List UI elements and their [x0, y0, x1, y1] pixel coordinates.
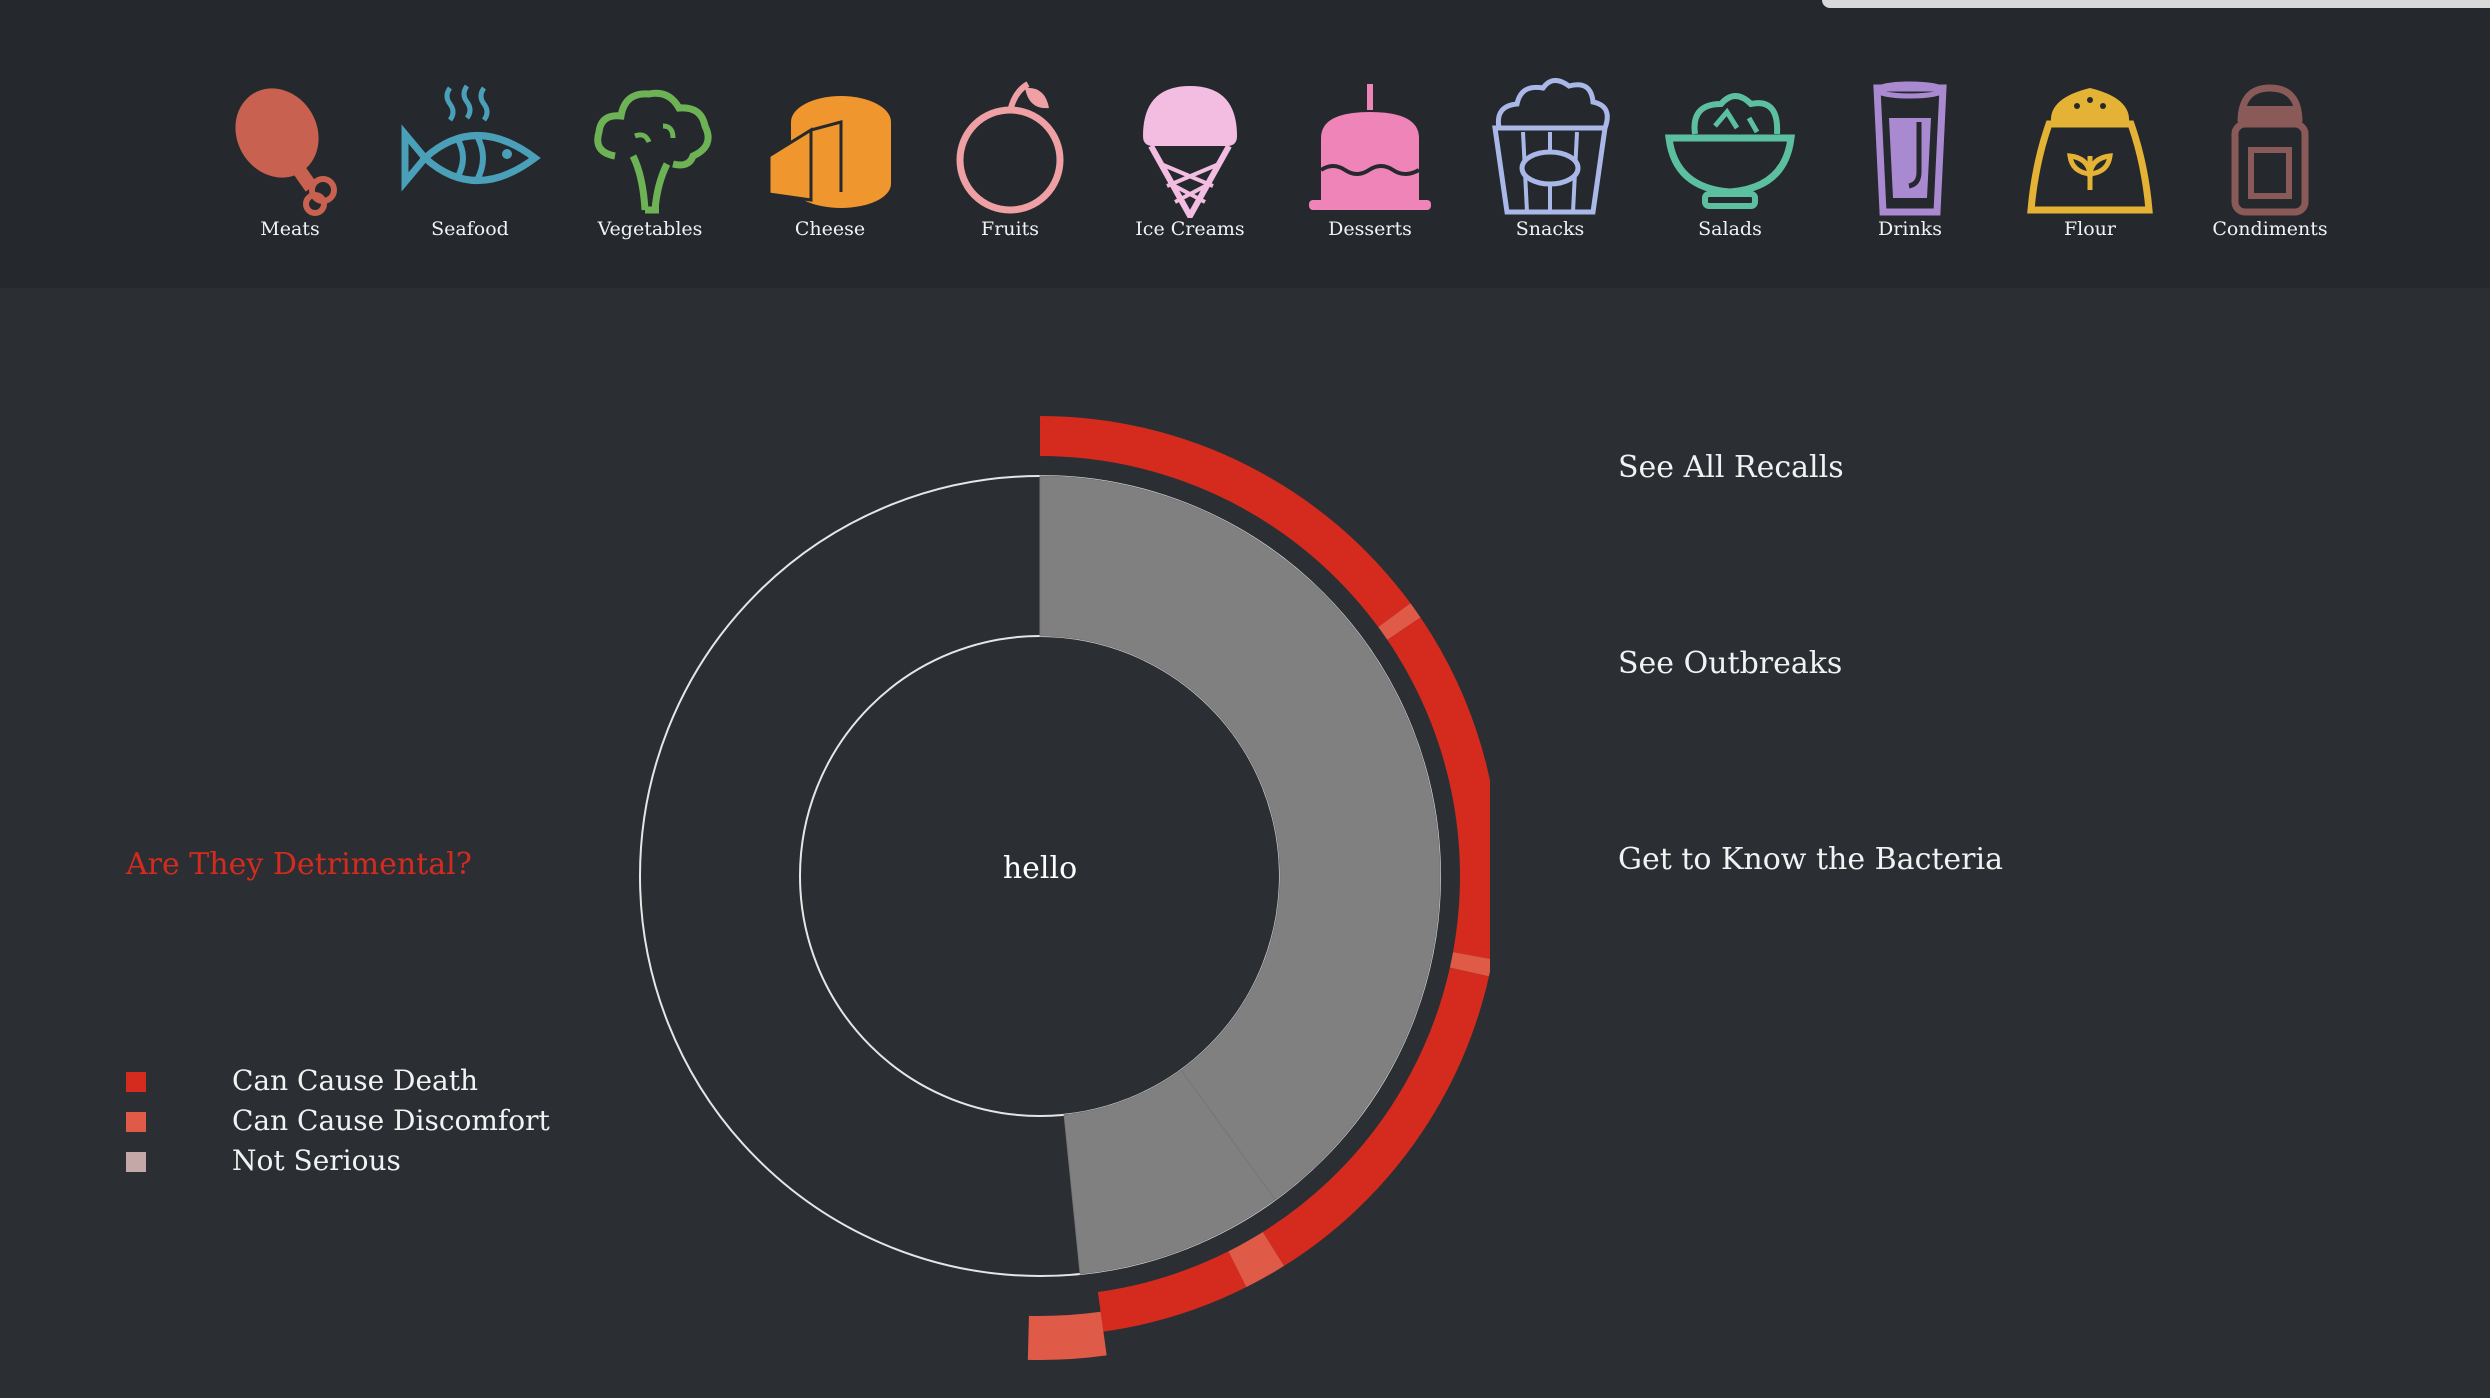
category-meats[interactable]: Meats — [200, 78, 380, 248]
ice-cream-icon — [1143, 86, 1237, 218]
drink-glass-icon — [1873, 81, 1947, 216]
detrimental-question[interactable]: Are They Detrimental? — [126, 847, 472, 882]
category-flour[interactable]: Flour — [2000, 78, 2180, 248]
category-fruits[interactable]: Fruits — [920, 78, 1100, 248]
category-label: Condiments — [2212, 218, 2328, 240]
apple-icon — [956, 81, 1064, 214]
legend-swatch-discomfort — [126, 1112, 146, 1132]
legend-label: Can Cause Discomfort — [232, 1104, 550, 1137]
horizontal-scrollbar[interactable] — [1822, 0, 2490, 8]
category-salads[interactable]: Salads — [1640, 78, 1820, 248]
broccoli-icon — [594, 89, 712, 214]
legend-label: Not Serious — [232, 1144, 401, 1177]
category-label: Desserts — [1328, 218, 1412, 240]
bacteria-info-link[interactable]: Get to Know the Bacteria — [1618, 842, 2003, 877]
category-snacks[interactable]: Snacks — [1460, 78, 1640, 248]
category-vegetables[interactable]: Vegetables — [560, 78, 740, 248]
category-label: Snacks — [1515, 218, 1585, 240]
popcorn-icon — [1492, 78, 1610, 215]
category-label: Cheese — [794, 218, 866, 240]
category-nav: Meats Seafood Vegetables Cheese Fruits I… — [200, 78, 2340, 248]
category-label: Flour — [2063, 218, 2117, 240]
legend-label: Can Cause Death — [232, 1064, 479, 1097]
chart-center-label: hello — [1003, 851, 1077, 886]
legend-swatch-not-serious — [126, 1152, 146, 1172]
legend-swatch-death — [126, 1072, 146, 1092]
category-seafood[interactable]: Seafood — [380, 78, 560, 248]
category-label: Vegetables — [597, 218, 703, 240]
category-cheese[interactable]: Cheese — [740, 78, 920, 248]
category-label: Meats — [260, 218, 320, 240]
salad-bowl-icon — [1665, 93, 1795, 209]
condiment-jar-icon — [2231, 84, 2309, 216]
category-desserts[interactable]: Desserts — [1280, 78, 1460, 248]
outer-ring-segment[interactable] — [1027, 1311, 1107, 1360]
category-ice-creams[interactable]: Ice Creams — [1100, 78, 1280, 248]
cake-icon — [1309, 84, 1431, 210]
drumstick-icon — [235, 88, 337, 216]
category-label: Salads — [1698, 218, 1762, 240]
fish-icon — [401, 84, 541, 192]
severity-sunburst-chart: hello — [639, 416, 1490, 1360]
category-drinks[interactable]: Drinks — [1820, 78, 2000, 248]
category-label: Drinks — [1878, 218, 1942, 240]
category-label: Seafood — [431, 218, 509, 240]
see-all-recalls-link[interactable]: See All Recalls — [1618, 450, 1844, 485]
flour-sack-icon — [2027, 88, 2153, 214]
category-label: Fruits — [981, 218, 1039, 240]
cheese-icon — [767, 96, 891, 208]
category-label: Ice Creams — [1135, 218, 1245, 240]
category-condiments[interactable]: Condiments — [2180, 78, 2360, 248]
see-outbreaks-link[interactable]: See Outbreaks — [1618, 646, 1842, 681]
